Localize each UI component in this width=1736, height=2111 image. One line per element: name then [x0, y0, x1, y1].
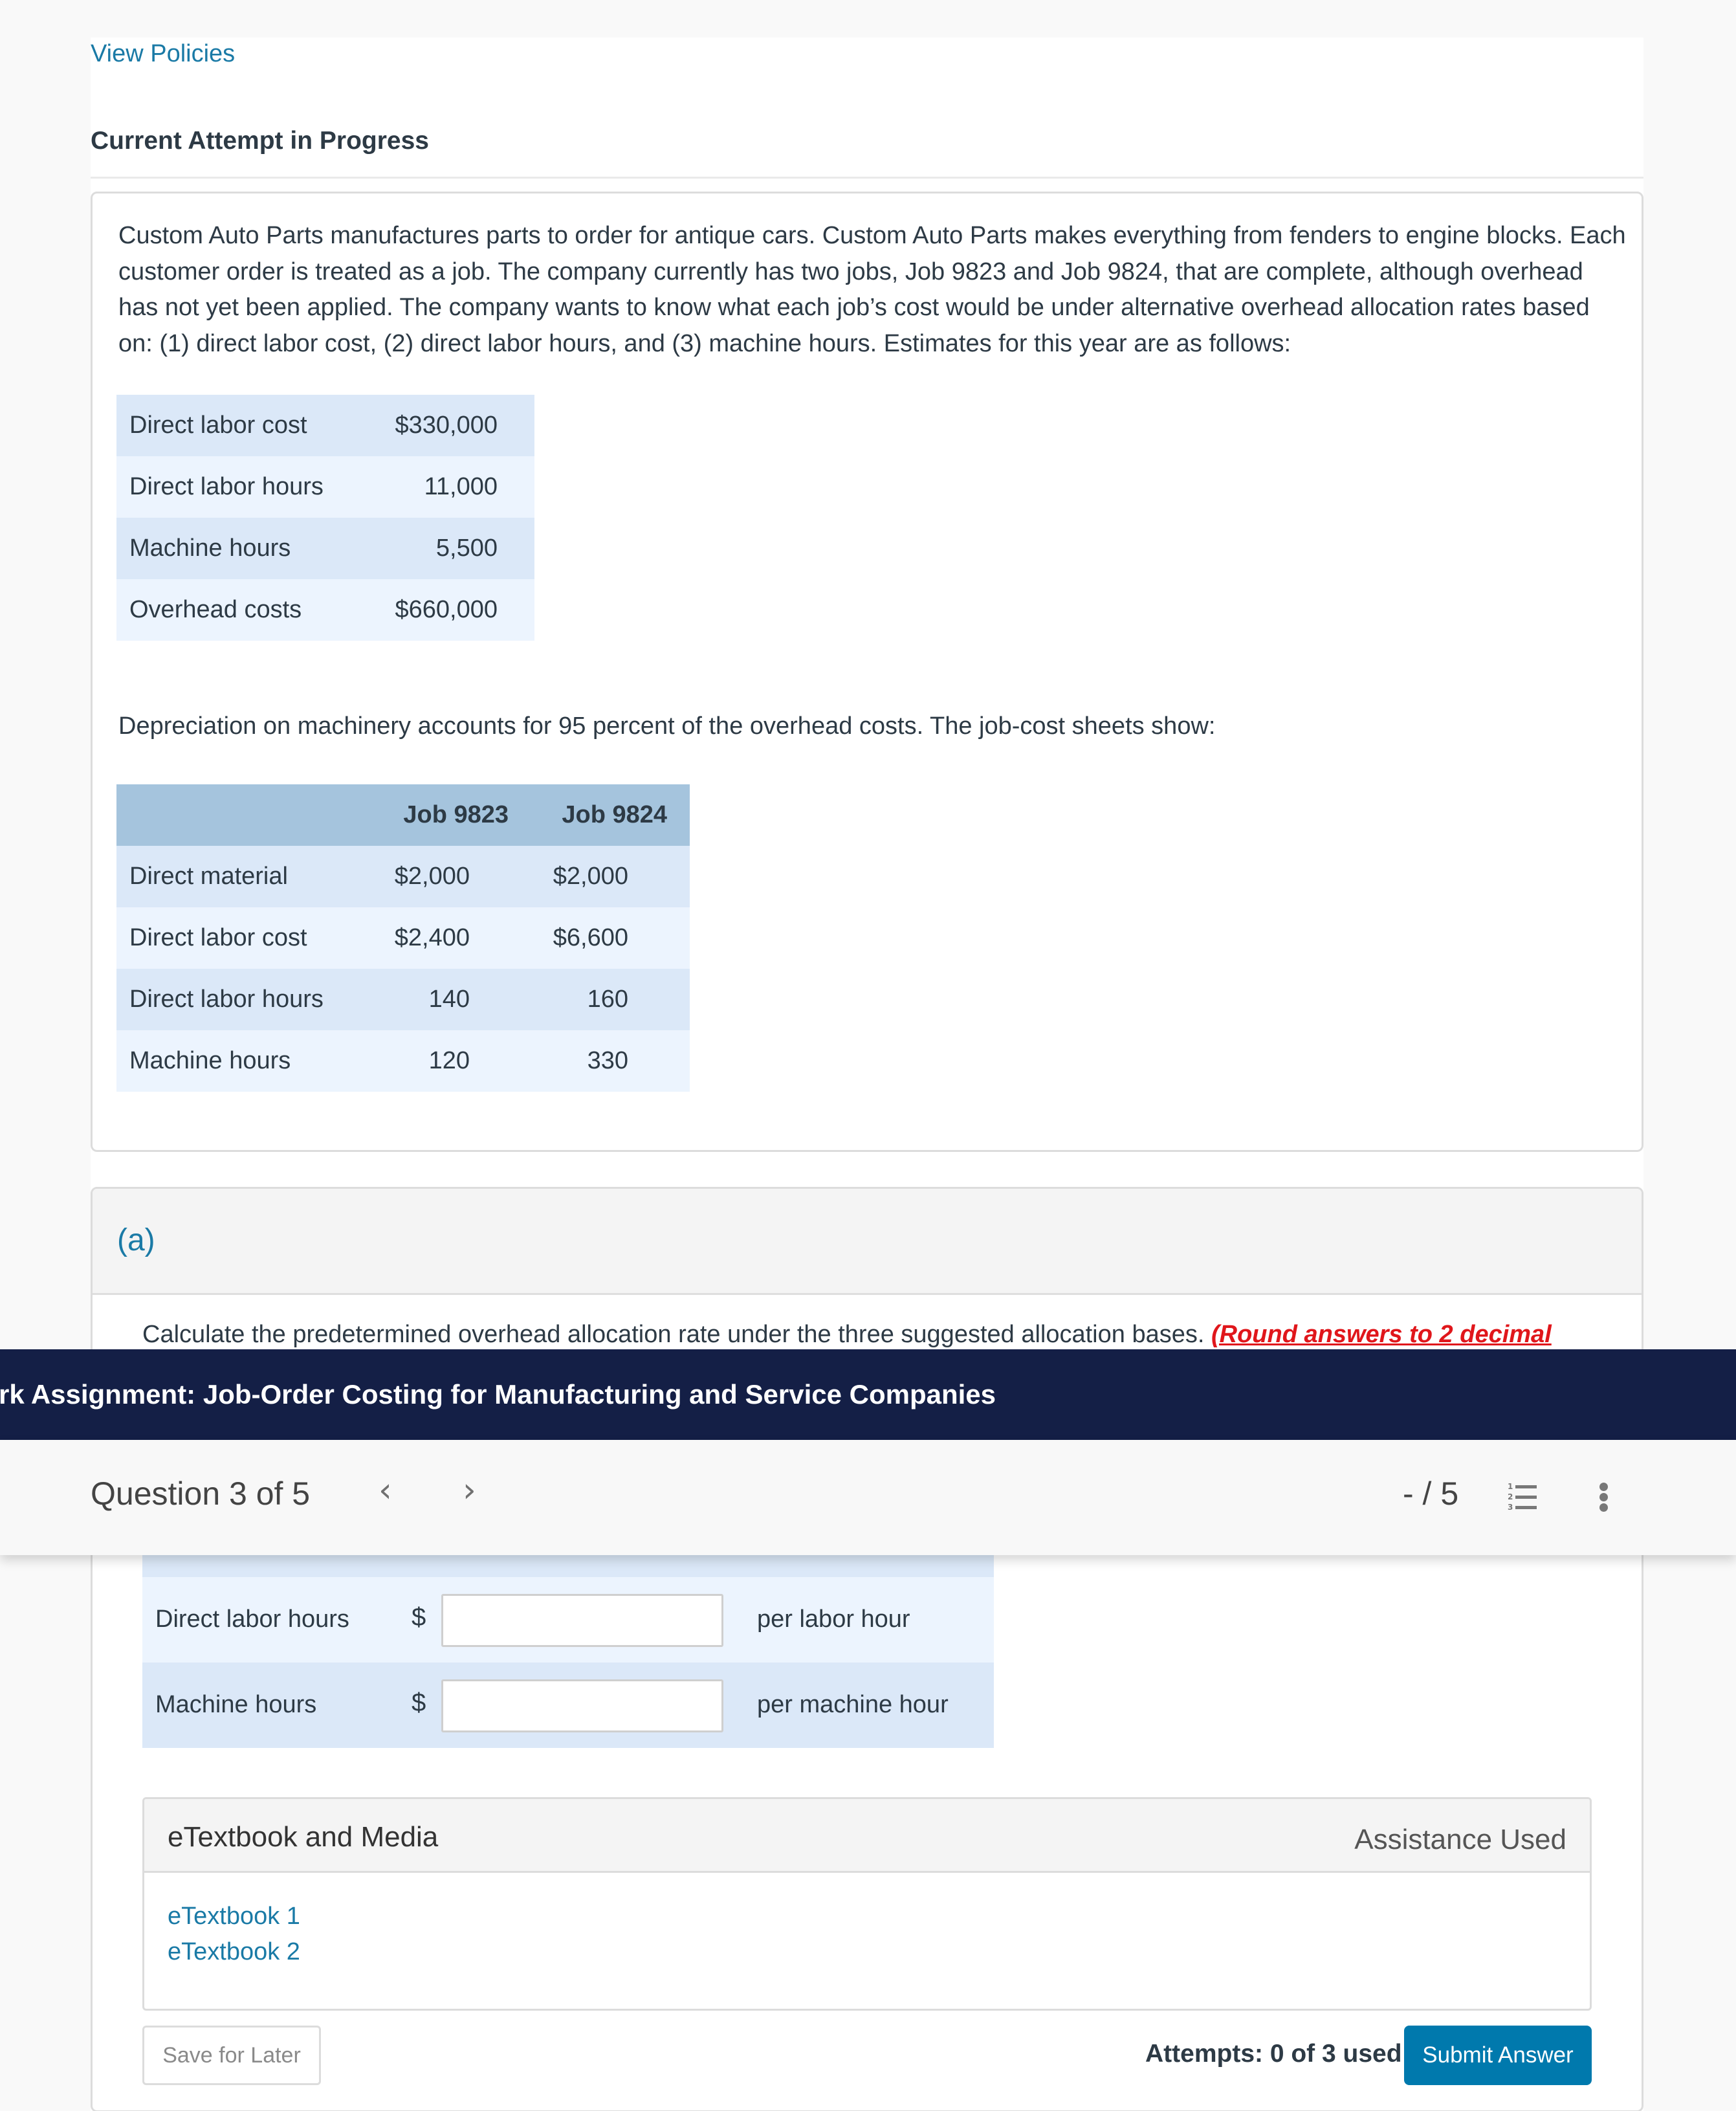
- list-line: [1515, 1496, 1537, 1499]
- column-header-job-9823: Job 9823: [373, 784, 531, 846]
- estimate-value: 11,000: [373, 456, 534, 518]
- more-options-icon[interactable]: [1598, 1483, 1611, 1514]
- question-counter: Question 3 of 5: [91, 1475, 311, 1512]
- estimate-value: 5,500: [373, 518, 534, 579]
- question-card: Custom Auto Parts manufactures parts to …: [91, 192, 1643, 1152]
- numbered-list-icon[interactable]: 1 2 3: [1508, 1483, 1540, 1511]
- list-number: 1: [1508, 1482, 1513, 1491]
- instruction-text: Calculate the predetermined overhead all…: [142, 1321, 1205, 1348]
- job-cost-table: Job 9823 Job 9824 Direct material $2,000…: [116, 784, 690, 1092]
- column-header-job-9824: Job 9824: [531, 784, 690, 846]
- dot: [1599, 1503, 1608, 1512]
- view-policies-link[interactable]: View Policies: [91, 40, 235, 68]
- table-row: Direct labor cost $2,400 $6,600: [116, 907, 690, 969]
- answer-label: Direct labor hours: [155, 1606, 349, 1633]
- row-label: Direct labor cost: [116, 907, 373, 969]
- etextbook-media-panel: eTextbook and Media Assistance Used eTex…: [142, 1797, 1592, 2011]
- cell-job-9824: 330: [531, 1030, 690, 1092]
- next-question-icon[interactable]: ›: [463, 1471, 476, 1510]
- assignment-title: rk Assignment: Job-Order Costing for Man…: [0, 1379, 996, 1409]
- currency-symbol: $: [412, 1603, 426, 1631]
- part-a-instruction: Calculate the predetermined overhead all…: [142, 1321, 1552, 1349]
- dot: [1599, 1483, 1608, 1491]
- assistance-used-label: Assistance Used: [1354, 1824, 1566, 1855]
- estimate-label: Overhead costs: [116, 579, 373, 641]
- table-row: Direct material $2,000 $2,000: [116, 846, 690, 907]
- table-row: Direct labor cost $330,000: [116, 395, 534, 456]
- rounding-hint: (Round answers to 2 decimal: [1211, 1321, 1552, 1348]
- etextbook-1-link[interactable]: eTextbook 1: [168, 1899, 300, 1934]
- save-for-later-button[interactable]: Save for Later: [142, 2026, 321, 2085]
- table-row: Machine hours 5,500: [116, 518, 534, 579]
- question-nav-bar: Question 3 of 5 ‹ › - / 5 1 2 3: [0, 1440, 1736, 1555]
- cell-job-9823: 120: [373, 1030, 531, 1092]
- estimate-value: $660,000: [373, 579, 534, 641]
- table-row: Overhead costs $660,000: [116, 579, 534, 641]
- attempts-counter: Attempts: 0 of 3 used: [1145, 2040, 1402, 2068]
- part-a-card: (a) Calculate the predetermined overhead…: [91, 1187, 1643, 2111]
- currency-symbol: $: [412, 1688, 426, 1717]
- table-row: Direct labor hours 140 160: [116, 969, 690, 1030]
- answer-row-direct-labor-hours: Direct labor hours $ per labor hour: [142, 1577, 994, 1663]
- list-number: 3: [1508, 1503, 1513, 1512]
- row-label: Direct labor hours: [116, 969, 373, 1030]
- etextbook-2-link[interactable]: eTextbook 2: [168, 1934, 300, 1970]
- table-row: Direct labor hours 11,000: [116, 456, 534, 518]
- attempt-heading: Current Attempt in Progress: [91, 127, 429, 155]
- row-label: Machine hours: [116, 1030, 373, 1092]
- score-display: - / 5: [1403, 1475, 1459, 1512]
- previous-question-icon[interactable]: ‹: [379, 1471, 392, 1510]
- cell-job-9823: $2,400: [373, 907, 531, 969]
- media-header: eTextbook and Media Assistance Used: [144, 1799, 1590, 1873]
- column-header: [116, 784, 373, 846]
- estimate-label: Direct labor cost: [116, 395, 373, 456]
- answer-unit: per labor hour: [757, 1606, 910, 1633]
- answer-row-machine-hours: Machine hours $ per machine hour: [142, 1663, 994, 1748]
- labor-hour-rate-input[interactable]: [441, 1594, 723, 1647]
- cell-job-9824: 160: [531, 969, 690, 1030]
- answer-label: Machine hours: [155, 1691, 317, 1718]
- part-a-label: (a): [117, 1223, 155, 1257]
- submit-answer-button[interactable]: Submit Answer: [1404, 2026, 1592, 2085]
- row-label: Direct material: [116, 846, 373, 907]
- assignment-title-bar: rk Assignment: Job-Order Costing for Man…: [0, 1349, 1736, 1440]
- estimate-label: Direct labor hours: [116, 456, 373, 518]
- estimate-label: Machine hours: [116, 518, 373, 579]
- estimates-table: Direct labor cost $330,000 Direct labor …: [116, 395, 534, 641]
- divider: [91, 177, 1643, 179]
- list-number: 2: [1508, 1492, 1513, 1501]
- cell-job-9824: $2,000: [531, 846, 690, 907]
- list-line: [1515, 1485, 1537, 1488]
- cell-job-9823: 140: [373, 969, 531, 1030]
- list-line: [1515, 1506, 1537, 1509]
- part-a-header: (a): [93, 1189, 1642, 1295]
- depreciation-text: Depreciation on machinery accounts for 9…: [118, 713, 1216, 740]
- question-intro: Custom Auto Parts manufactures parts to …: [118, 222, 1626, 357]
- table-row: Machine hours 120 330: [116, 1030, 690, 1092]
- estimate-value: $330,000: [373, 395, 534, 456]
- table-header-row: Job 9823 Job 9824: [116, 784, 690, 846]
- cell-job-9824: $6,600: [531, 907, 690, 969]
- machine-hour-rate-input[interactable]: [441, 1679, 723, 1732]
- media-title: eTextbook and Media: [168, 1821, 439, 1853]
- answer-unit: per machine hour: [757, 1691, 949, 1718]
- dot: [1599, 1493, 1608, 1501]
- cell-job-9823: $2,000: [373, 846, 531, 907]
- media-links: eTextbook 1 eTextbook 2: [168, 1899, 300, 1970]
